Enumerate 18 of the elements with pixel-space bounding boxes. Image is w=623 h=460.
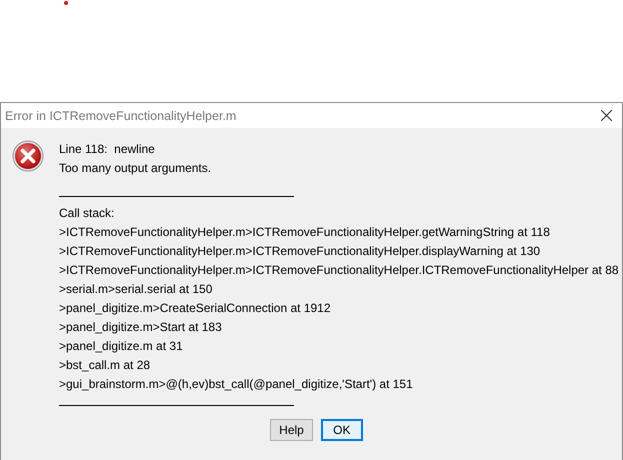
call-stack-line: >bst_call.m at 28	[59, 357, 152, 374]
call-stack-line: >panel_digitize.m at 31	[59, 338, 184, 355]
help-button[interactable]: Help	[270, 419, 313, 441]
error-icon	[12, 140, 44, 172]
close-icon[interactable]	[601, 110, 612, 121]
call-stack-line: >serial.m>serial.serial at 150	[59, 281, 214, 298]
window-title: Error in ICTRemoveFunctionalityHelper.m	[5, 108, 236, 122]
call-stack-line: >panel_digitize.m>Start at 183	[59, 319, 223, 336]
error-message: Line 118: newline	[59, 141, 156, 158]
dot-mark	[64, 1, 68, 5]
call-stack-line: >ICTRemoveFunctionalityHelper.m>ICTRemoveFunctionalityHelper.displayWarning at 130	[59, 243, 542, 260]
call-stack-line: >ICTRemoveFunctionalityHelper.m>ICTRemoveFunctionalityHelper.getWarningString at 118	[59, 224, 551, 241]
ok-button[interactable]: OK	[320, 419, 363, 441]
call-stack-line: >ICTRemoveFunctionalityHelper.m>ICTRemoveFunctionalityHelper.ICTRemoveFunctionalityHelper at 88	[59, 262, 619, 279]
call-stack-heading: Call stack:	[59, 205, 116, 222]
error-message: Too many output arguments.	[59, 160, 212, 177]
call-stack-line: >gui_brainstorm.m>@(h,ev)bst_call(@panel_digitize,'Start') at 151	[59, 376, 414, 393]
call-stack-line: >panel_digitize.m>CreateSerialConnection at 1912	[59, 300, 332, 317]
